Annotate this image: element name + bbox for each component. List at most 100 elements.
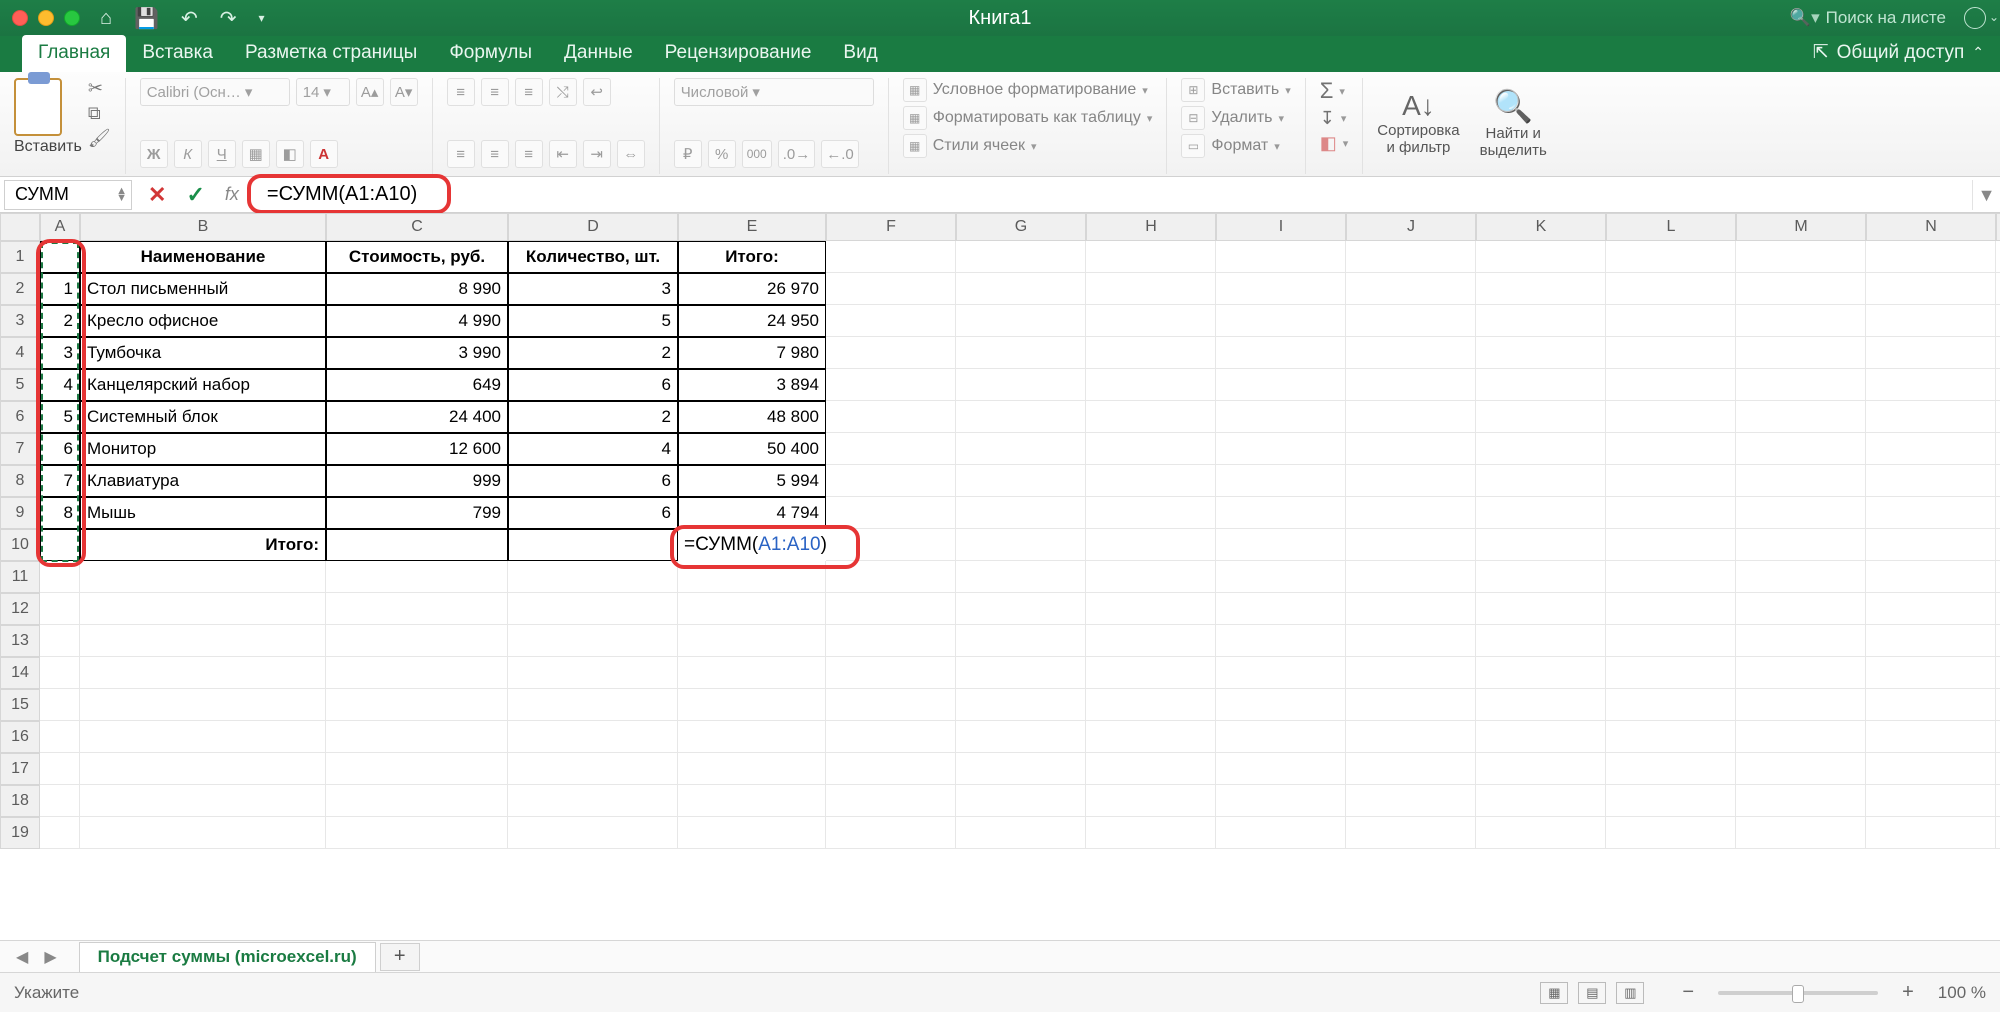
cell[interactable] [956, 593, 1086, 625]
cell[interactable] [1086, 689, 1216, 721]
cell[interactable] [1216, 753, 1346, 785]
cell[interactable] [1216, 721, 1346, 753]
row-header[interactable]: 2 [0, 273, 40, 305]
cell[interactable] [1606, 401, 1736, 433]
search-in-sheet[interactable]: 🔍▾ Поиск на листе [1790, 8, 1946, 28]
view-page-layout-button[interactable]: ▤ [1578, 982, 1606, 1004]
cell[interactable] [508, 721, 678, 753]
row-header[interactable]: 3 [0, 305, 40, 337]
cell[interactable] [956, 273, 1086, 305]
align-center-button[interactable]: ≡ [481, 140, 509, 168]
cell[interactable] [1866, 689, 1996, 721]
cell[interactable] [956, 657, 1086, 689]
format-as-table-button[interactable]: Форматировать как таблицу [933, 109, 1141, 127]
col-header[interactable]: N [1866, 213, 1996, 241]
cell[interactable] [1866, 497, 1996, 529]
cell[interactable] [1736, 689, 1866, 721]
cut-icon[interactable]: ✂ [88, 78, 111, 99]
spreadsheet-grid[interactable]: ABCDEFGHIJKLMNO1НаименованиеСтоимость, р… [0, 213, 2000, 940]
percent-button[interactable]: % [708, 140, 736, 168]
cell[interactable]: 999 [326, 465, 508, 497]
cell[interactable] [956, 817, 1086, 849]
cell[interactable] [1736, 529, 1866, 561]
italic-button[interactable]: К [174, 140, 202, 168]
cell[interactable] [826, 497, 956, 529]
row-header[interactable]: 6 [0, 401, 40, 433]
cell[interactable]: 1 [40, 273, 80, 305]
align-right-button[interactable]: ≡ [515, 140, 543, 168]
cell[interactable] [1736, 561, 1866, 593]
cell[interactable] [40, 241, 80, 273]
cell[interactable]: 12 600 [326, 433, 508, 465]
cell[interactable]: 4 [40, 369, 80, 401]
cell[interactable] [1346, 689, 1476, 721]
cell[interactable] [40, 625, 80, 657]
cell[interactable] [1606, 625, 1736, 657]
cell[interactable]: 5 [40, 401, 80, 433]
cell[interactable] [1346, 433, 1476, 465]
col-header[interactable]: H [1086, 213, 1216, 241]
cell[interactable]: Кресло офисное [80, 305, 326, 337]
cell[interactable] [80, 593, 326, 625]
cell[interactable] [1996, 625, 2000, 657]
cell[interactable] [1216, 529, 1346, 561]
format-painter-icon[interactable]: 🖌 [88, 128, 111, 149]
cell[interactable] [1606, 273, 1736, 305]
cell[interactable] [1996, 689, 2000, 721]
cond-format-button[interactable]: Условное форматирование [933, 81, 1137, 99]
col-header[interactable]: K [1476, 213, 1606, 241]
cell[interactable] [326, 753, 508, 785]
cell[interactable] [1086, 785, 1216, 817]
cell[interactable] [1606, 689, 1736, 721]
col-header[interactable]: F [826, 213, 956, 241]
cell[interactable] [1736, 401, 1866, 433]
cell[interactable] [956, 305, 1086, 337]
cell[interactable] [326, 561, 508, 593]
cell[interactable] [956, 721, 1086, 753]
cell[interactable] [956, 785, 1086, 817]
active-cell-formula[interactable]: =СУММ(A1:A10) [678, 529, 826, 561]
cell[interactable] [508, 817, 678, 849]
cell[interactable] [1476, 337, 1606, 369]
cell[interactable] [1866, 465, 1996, 497]
col-header[interactable]: E [678, 213, 826, 241]
fill-icon[interactable]: ↧ [1320, 108, 1335, 129]
delete-cells-button[interactable]: Удалить [1211, 109, 1272, 127]
fill-color-button[interactable]: ◧ [276, 140, 304, 168]
cell[interactable] [1996, 785, 2000, 817]
row-header[interactable]: 16 [0, 721, 40, 753]
cell[interactable]: Мышь [80, 497, 326, 529]
cell[interactable] [1216, 817, 1346, 849]
col-header[interactable]: D [508, 213, 678, 241]
cell[interactable] [956, 465, 1086, 497]
cell[interactable] [40, 817, 80, 849]
cell[interactable] [1086, 529, 1216, 561]
cell[interactable]: 4 794 [678, 497, 826, 529]
cell[interactable] [1346, 721, 1476, 753]
cell[interactable] [826, 401, 956, 433]
cell[interactable]: 26 970 [678, 273, 826, 305]
autosum-icon[interactable]: Σ [1320, 78, 1334, 104]
cell[interactable] [678, 721, 826, 753]
qat-more-icon[interactable]: ▾ [259, 11, 265, 25]
font-name-select[interactable]: Calibri (Осн…▾ [140, 78, 290, 106]
cell[interactable] [1216, 273, 1346, 305]
col-header[interactable]: A [40, 213, 80, 241]
cell[interactable] [508, 529, 678, 561]
grow-font-button[interactable]: A▴ [356, 78, 384, 106]
cell[interactable] [1866, 657, 1996, 689]
cell[interactable] [1216, 401, 1346, 433]
tab-page-layout[interactable]: Разметка страницы [229, 35, 433, 72]
cell[interactable] [956, 497, 1086, 529]
cell[interactable] [1476, 497, 1606, 529]
cell[interactable]: Монитор [80, 433, 326, 465]
cell[interactable] [1996, 529, 2000, 561]
cell[interactable] [1346, 497, 1476, 529]
cell[interactable] [826, 305, 956, 337]
cell[interactable] [1476, 529, 1606, 561]
cell[interactable] [1736, 305, 1866, 337]
redo-icon[interactable]: ↷ [220, 6, 237, 31]
cell[interactable] [1216, 241, 1346, 273]
cell[interactable] [1736, 273, 1866, 305]
cell[interactable] [956, 369, 1086, 401]
